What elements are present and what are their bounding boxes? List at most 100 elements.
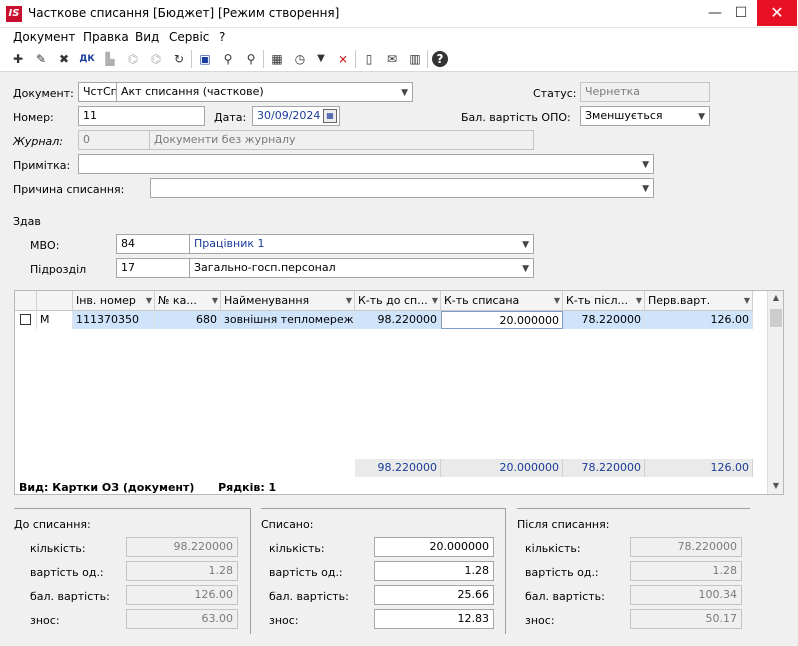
- chevron-down-icon[interactable]: ▼: [522, 260, 529, 277]
- grid-cell-qty-before[interactable]: 98.220000: [355, 311, 441, 329]
- sort-arrow-icon: ▼: [743, 296, 750, 305]
- scroll-thumb[interactable]: [770, 309, 782, 327]
- chevron-down-icon[interactable]: ▼: [642, 156, 649, 173]
- chevron-down-icon[interactable]: ▼: [522, 236, 529, 253]
- menu-view[interactable]: Вид: [135, 30, 159, 44]
- before-unit-field: 1.28: [126, 561, 238, 581]
- grid-header-initial[interactable]: Перв.варт. ▼: [645, 291, 753, 311]
- columns-icon[interactable]: ▥: [406, 50, 424, 68]
- grid-header-card-text: № ка...: [158, 294, 197, 307]
- row-checkbox[interactable]: [20, 314, 31, 325]
- maximize-button[interactable]: ☐: [727, 0, 755, 26]
- note-label: Примітка:: [13, 159, 71, 172]
- grid-header-qty-before[interactable]: К-ть до сп... ▼: [355, 291, 441, 311]
- mvo-select[interactable]: Працівник 1 ▼: [189, 234, 534, 254]
- help-icon[interactable]: ?: [432, 51, 448, 67]
- new-doc-icon[interactable]: ✚: [9, 50, 27, 68]
- menu-edit[interactable]: Правка: [83, 30, 129, 44]
- grid-header-qty-after[interactable]: К-ть післ... ▼: [563, 291, 645, 311]
- status-label: Статус:: [533, 87, 577, 100]
- sort-arrow-icon: ▼: [145, 296, 152, 305]
- grid-cell-inv[interactable]: 111370350: [73, 311, 155, 329]
- clear-filter-icon[interactable]: ⨯: [334, 50, 352, 68]
- calendar-icon[interactable]: ▦: [323, 109, 337, 123]
- grid-cell-flag[interactable]: М: [37, 311, 73, 329]
- grid-header-name[interactable]: Найменування ▼: [221, 291, 355, 311]
- grid-status: Вид: Картки ОЗ (документ) Рядків: 1: [19, 481, 276, 494]
- toolbar: ✚ ✎ ✖ ДК ▙ ⌬ ⌬ ↻ ▣ ⚲ ⚲ ▦ ◷ ▼ ⨯ ▯ ✉ ▥ ?: [0, 46, 798, 72]
- document-code-field[interactable]: ЧстСп: [78, 82, 117, 102]
- chevron-down-icon[interactable]: ▼: [698, 108, 705, 125]
- reason-field[interactable]: ▼: [150, 178, 654, 198]
- grid-cell-qty-after[interactable]: 78.220000: [563, 311, 645, 329]
- date-field[interactable]: 30/09/2024 ▦: [252, 106, 340, 126]
- scroll-up-icon[interactable]: ▲: [768, 293, 784, 302]
- divider: [250, 508, 251, 634]
- grid-scrollbar[interactable]: ▲ ▼: [767, 291, 783, 494]
- refresh-icon[interactable]: ↻: [170, 50, 188, 68]
- after-bal-field: 100.34: [630, 585, 742, 605]
- toolbar-separator: [427, 50, 428, 68]
- filter-icon[interactable]: ▼: [312, 50, 330, 68]
- mvo-code-field[interactable]: 84: [116, 234, 190, 254]
- save-icon[interactable]: ▣: [196, 50, 214, 68]
- balance-value: Зменшується: [585, 109, 663, 122]
- grid-header-inv[interactable]: Інв. номер ▼: [73, 291, 155, 311]
- scroll-down-icon[interactable]: ▼: [768, 481, 784, 490]
- items-grid[interactable]: Інв. номер ▼ № ка... ▼ Найменування ▼ К-ть …: [14, 290, 784, 495]
- find-next-icon[interactable]: ⚲: [242, 50, 260, 68]
- grid-header-flag[interactable]: [37, 291, 73, 311]
- journal-name-field: Документи без журналу: [149, 130, 534, 150]
- dk-icon[interactable]: ДК: [78, 50, 96, 68]
- menu-help[interactable]: ?: [219, 30, 225, 44]
- chevron-down-icon[interactable]: ▼: [642, 180, 649, 197]
- total-qty-before: 98.220000: [355, 459, 441, 477]
- sort-arrow-icon: ▼: [211, 296, 218, 305]
- before-qty-label: кількість:: [30, 542, 86, 555]
- tree-icon[interactable]: ⌬: [124, 50, 142, 68]
- close-button[interactable]: ✕: [757, 0, 797, 26]
- toolbar-separator: [191, 50, 192, 68]
- edit-doc-icon[interactable]: ✎: [32, 50, 50, 68]
- date-label: Дата:: [214, 111, 247, 124]
- note-field[interactable]: ▼: [78, 154, 654, 174]
- written-wear-field[interactable]: 12.83: [374, 609, 494, 629]
- written-unit-field[interactable]: 1.28: [374, 561, 494, 581]
- chevron-down-icon[interactable]: ▼: [401, 84, 408, 101]
- row-checkbox-cell[interactable]: [15, 311, 37, 329]
- grid-header-initial-text: Перв.варт.: [648, 294, 711, 307]
- grid-cell-name[interactable]: зовнішня тепломережа: [221, 311, 355, 329]
- handed-label: Здав: [13, 215, 41, 228]
- find-icon[interactable]: ⚲: [219, 50, 237, 68]
- written-bal-field[interactable]: 25.66: [374, 585, 494, 605]
- written-qty-field[interactable]: 20.000000: [374, 537, 494, 557]
- written-qty-label: кількість:: [269, 542, 325, 555]
- delete-doc-icon[interactable]: ✖: [55, 50, 73, 68]
- grid-header-select[interactable]: [15, 291, 37, 311]
- after-qty-field: 78.220000: [630, 537, 742, 557]
- mail-icon[interactable]: ✉: [383, 50, 401, 68]
- after-qty-label: кількість:: [525, 542, 581, 555]
- clock-icon[interactable]: ◷: [291, 50, 309, 68]
- grid-header-qty-written[interactable]: К-ть списана ▼: [441, 291, 563, 311]
- document-type-select[interactable]: Акт списання (часткове) ▼: [116, 82, 413, 102]
- number-field[interactable]: 11: [78, 106, 205, 126]
- after-unit-label: вартість од.:: [525, 566, 599, 579]
- division-code-field[interactable]: 17: [116, 258, 190, 278]
- mvo-value: Працівник 1: [194, 237, 265, 250]
- grid-cell-card[interactable]: 680: [155, 311, 221, 329]
- table-icon[interactable]: ▦: [268, 50, 286, 68]
- stamp-icon[interactable]: ▙: [101, 50, 119, 68]
- grid-header-card[interactable]: № ка... ▼: [155, 291, 221, 311]
- before-title: До списання:: [14, 518, 91, 531]
- division-select[interactable]: Загально-госп.персонал ▼: [189, 258, 534, 278]
- page-icon[interactable]: ▯: [360, 50, 378, 68]
- minimize-button[interactable]: —: [701, 0, 729, 26]
- grid-cell-initial[interactable]: 126.00: [645, 311, 753, 329]
- tree2-icon[interactable]: ⌬: [147, 50, 165, 68]
- divider: [505, 508, 506, 634]
- balance-select[interactable]: Зменшується ▼: [580, 106, 710, 126]
- menu-document[interactable]: Документ: [13, 30, 75, 44]
- menu-service[interactable]: Сервіс: [169, 30, 209, 44]
- grid-cell-qty-written[interactable]: 20.000000: [441, 311, 563, 329]
